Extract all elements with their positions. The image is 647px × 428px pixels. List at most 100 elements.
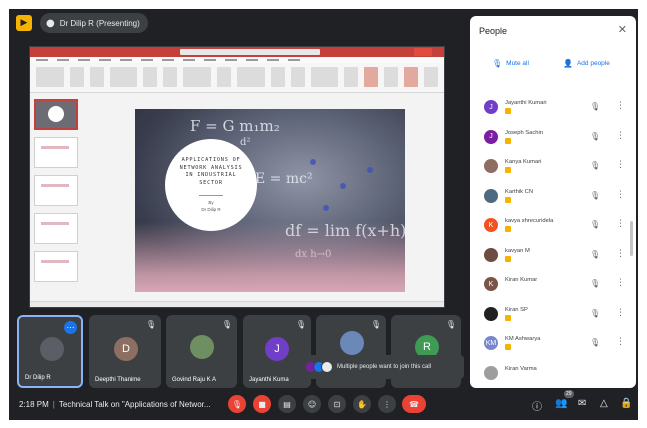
more-options-icon[interactable]: ⋮: [616, 249, 625, 259]
join-request-toast[interactable]: Multiple people want to join this call: [299, 355, 464, 379]
presenter-bar: ▶ ● Dr Dilip R (Presenting): [9, 9, 464, 37]
more-options-icon[interactable]: ⋮: [616, 190, 625, 200]
participant-avatar: J: [265, 337, 289, 361]
more-options-icon[interactable]: ⋮: [616, 131, 625, 141]
participant-avatar: K: [484, 218, 498, 232]
presentation-app-icon: ▶: [16, 15, 32, 31]
list-item[interactable]: K kavya shrecuridela 🎙 ⋮: [470, 212, 636, 242]
list-item[interactable]: K Kiran Kumar 🎙 ⋮: [470, 271, 636, 301]
participant-tile[interactable]: ⋯ Dr Dilip R: [17, 315, 83, 388]
join-toast-text: Multiple people want to join this call: [337, 364, 432, 370]
mic-off-icon: 🎙: [221, 320, 232, 329]
mic-off-icon[interactable]: 🎙: [590, 279, 600, 288]
meeting-details-button[interactable]: ⓘ: [532, 398, 542, 413]
more-options-button[interactable]: ⋮: [378, 395, 396, 413]
host-badge-icon: [505, 344, 511, 350]
slide-thumbnails: [34, 99, 82, 299]
add-person-icon: 👤: [563, 58, 573, 68]
host-badge-icon: [505, 255, 511, 262]
camera-off-icon: ■: [258, 399, 266, 409]
participant-avatar: [484, 306, 498, 321]
list-item[interactable]: Kiran SP 🎙 ⋮: [470, 301, 636, 331]
present-icon: ⊡: [333, 399, 341, 409]
host-controls-button[interactable]: 🔒: [620, 398, 632, 409]
host-badge-icon: [505, 226, 511, 232]
list-item[interactable]: Karthik CN 🎙 ⋮: [470, 183, 636, 213]
presenter-avatar-icon: ●: [46, 17, 55, 29]
more-options-icon[interactable]: ⋮: [616, 278, 625, 288]
participant-name: Dr Dilip R: [25, 375, 51, 381]
slide-gradient: [135, 222, 405, 292]
host-badge-icon: [505, 108, 511, 114]
control-bar: 2:18 PM | Technical Talk on "Applications …: [9, 390, 638, 420]
mic-off-icon[interactable]: 🎙: [590, 102, 600, 111]
hand-icon: ✋: [357, 399, 367, 409]
present-button[interactable]: ⊡: [328, 395, 346, 413]
more-options-icon[interactable]: ⋮: [616, 308, 625, 318]
join-avatars: [305, 361, 333, 373]
mic-off-icon[interactable]: 🎙: [590, 132, 600, 141]
close-icon[interactable]: ✕: [618, 23, 627, 36]
mic-off-icon[interactable]: 🎙: [590, 220, 600, 229]
participant-tile[interactable]: D 🎙 Deepthi Thanime: [89, 315, 161, 388]
mute-all-button[interactable]: 🎙 Mute all: [484, 53, 537, 73]
participant-avatar: K: [484, 277, 498, 291]
participant-name: Kiran Kumar: [505, 277, 538, 283]
presenter-chip[interactable]: ● Dr Dilip R (Presenting): [40, 13, 148, 33]
captions-button[interactable]: ▤: [278, 395, 296, 413]
chat-button[interactable]: ✉: [578, 398, 586, 409]
participant-name: Deepthi Thanime: [95, 377, 141, 383]
mic-off-icon[interactable]: 🎙: [590, 191, 600, 200]
lock-icon: 🔒: [620, 398, 633, 409]
emoji-button[interactable]: ☺: [303, 395, 321, 413]
list-item[interactable]: J Joseph Sachin 🎙 ⋮: [470, 124, 636, 154]
ppt-title-bar: [30, 47, 444, 57]
ppt-search-box: [180, 49, 320, 55]
mic-off-icon[interactable]: 🎙: [590, 338, 600, 347]
mic-off-icon[interactable]: 🎙: [590, 250, 600, 259]
list-item[interactable]: J Jayanthi Kumari 🎙 ⋮: [470, 94, 636, 124]
end-call-button[interactable]: ☎: [402, 395, 426, 413]
shared-screen[interactable]: F = G m₁m₂ d² E = mc² df = lim f(x+h) dx…: [29, 46, 445, 308]
participant-avatar: [190, 335, 214, 359]
participant-name: Kanya Kumari: [505, 159, 542, 165]
ppt-close-icon: [414, 48, 432, 56]
more-options-icon[interactable]: ⋮: [616, 337, 625, 347]
more-options-icon[interactable]: ⋯: [64, 321, 77, 334]
mute-all-label: Mute all: [506, 59, 529, 67]
captions-icon: ▤: [283, 399, 291, 409]
participant-avatar: [484, 159, 498, 173]
mic-toggle-button[interactable]: 🎙: [228, 395, 246, 413]
participant-name: KM Ashwarya: [505, 336, 541, 342]
slide-by: By: [208, 200, 214, 205]
participant-name: kavyan M: [505, 247, 530, 254]
list-item[interactable]: KM KM Ashwarya 🎙 ⋮: [470, 330, 636, 360]
participant-name: Kiran SP: [505, 306, 528, 313]
more-options-icon[interactable]: ⋮: [616, 219, 625, 229]
add-people-button[interactable]: 👤 Add people: [555, 53, 618, 73]
presenter-label: Dr Dilip R (Presenting): [59, 18, 140, 28]
list-item[interactable]: Kanya Kumari 🎙 ⋮: [470, 153, 636, 183]
list-item[interactable]: Kiran Varma: [470, 360, 636, 389]
people-button[interactable]: 👥: [555, 398, 567, 409]
people-scrollbar[interactable]: [630, 221, 633, 256]
activities-button[interactable]: △: [600, 398, 608, 409]
participant-avatar: [484, 247, 498, 262]
participant-tile[interactable]: 🎙 Govind Raju K A: [166, 315, 237, 388]
people-icon: 👥: [555, 398, 568, 409]
participant-avatar: [484, 365, 498, 380]
participant-list: J Jayanthi Kumari 🎙 ⋮ J Joseph Sachin 🎙 …: [470, 94, 636, 388]
mic-off-icon[interactable]: 🎙: [590, 309, 600, 318]
more-options-icon[interactable]: ⋮: [616, 160, 625, 170]
slide-author: Dr Dilip R: [201, 207, 221, 212]
mic-off-icon[interactable]: 🎙: [590, 161, 600, 170]
mic-off-icon: 🎙: [295, 320, 306, 329]
list-item[interactable]: kavyan M 🎙 ⋮: [470, 242, 636, 272]
more-options-icon[interactable]: ⋮: [616, 101, 625, 111]
camera-toggle-button[interactable]: ■: [253, 395, 271, 413]
add-people-label: Add people: [576, 59, 610, 67]
people-panel: People ✕ 🎙 Mute all 👤 Add people J Jayan…: [470, 16, 636, 388]
current-slide: F = G m₁m₂ d² E = mc² df = lim f(x+h) dx…: [135, 109, 405, 292]
raise-hand-button[interactable]: ✋: [353, 395, 371, 413]
mic-off-icon: 🎙: [492, 58, 503, 68]
